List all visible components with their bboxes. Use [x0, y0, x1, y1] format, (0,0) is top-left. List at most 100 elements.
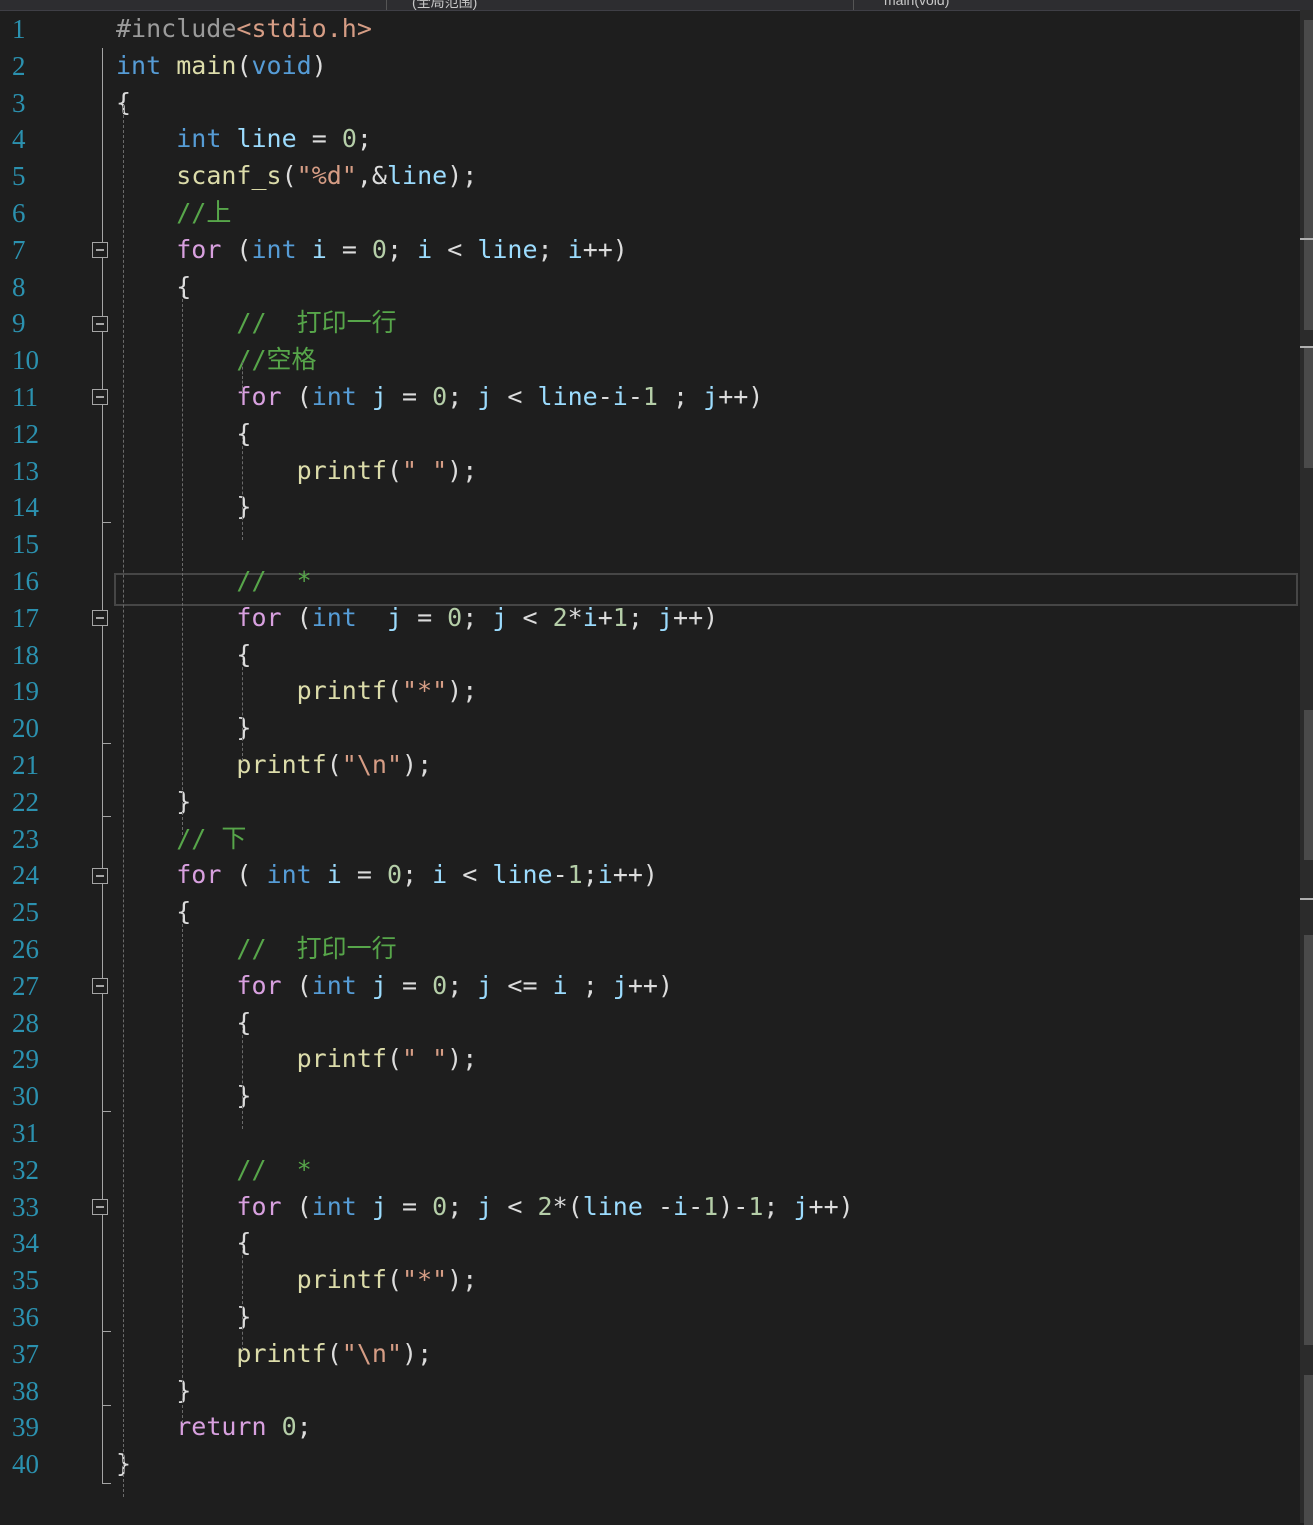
code-line[interactable]: 12 {: [0, 416, 1300, 453]
code-token: j: [703, 382, 719, 411]
code-line[interactable]: 33 for (int j = 0; j < 2*(line -i-1)-1; …: [0, 1189, 1300, 1226]
indent-guide: [242, 362, 243, 393]
scroll-tick: [1300, 898, 1313, 900]
code-token: // 下: [176, 823, 247, 853]
code-line[interactable]: 15: [0, 526, 1300, 563]
code-line[interactable]: 40}: [0, 1446, 1300, 1483]
code-line[interactable]: 6 //上: [0, 195, 1300, 232]
outline-end: [102, 1331, 111, 1333]
code-line[interactable]: 26 // 打印一行: [0, 931, 1300, 968]
code-line[interactable]: 11 for (int j = 0; j < line-i-1 ; j++): [0, 379, 1300, 416]
code-token: main: [176, 50, 237, 80]
code-token: (: [281, 161, 297, 191]
code-line[interactable]: 3{: [0, 85, 1300, 122]
line-number: 24: [12, 860, 39, 891]
code-line[interactable]: 18 {: [0, 637, 1300, 674]
code-text: scanf_s("%d",&line);: [116, 158, 477, 195]
code-token: // *: [236, 1154, 312, 1184]
code-line[interactable]: 2 int main(void): [0, 48, 1300, 85]
code-token: );: [447, 161, 478, 191]
function-dropdown[interactable]: main(void): [884, 0, 949, 8]
code-token: (: [386, 676, 402, 706]
code-text: for (int j = 0; j < 2*(line -i-1)-1; j++…: [116, 1189, 853, 1226]
code-token: ;: [447, 970, 478, 1000]
code-line[interactable]: 24 for ( int i = 0; i < line-1;i++): [0, 857, 1300, 894]
code-line[interactable]: 10 //空格: [0, 342, 1300, 379]
code-line[interactable]: 30 }: [0, 1078, 1300, 1115]
code-line[interactable]: 27 for (int j = 0; j <= i ; j++): [0, 968, 1300, 1005]
code-line[interactable]: 38 }: [0, 1373, 1300, 1410]
collapse-toggle-icon[interactable]: [92, 315, 108, 332]
code-token: for: [176, 234, 222, 264]
code-token: 0: [432, 970, 448, 1000]
code-line[interactable]: 22 }: [0, 784, 1300, 821]
code-text: return 0;: [116, 1409, 312, 1446]
code-line[interactable]: 34 {: [0, 1225, 1300, 1262]
collapse-toggle-icon[interactable]: [92, 610, 108, 627]
vertical-scrollbar[interactable]: [1300, 10, 1313, 1525]
collapse-toggle-icon[interactable]: [92, 242, 108, 259]
code-line[interactable]: 5 scanf_s("%d",&line);: [0, 158, 1300, 195]
code-token: "*": [402, 676, 448, 706]
code-line[interactable]: 20 }: [0, 710, 1300, 747]
code-token: j: [371, 382, 387, 411]
code-token: i: [432, 860, 448, 890]
code-line[interactable]: 29 printf(" ");: [0, 1041, 1300, 1078]
code-token: line: [582, 1191, 643, 1221]
code-line[interactable]: 21 printf("\n");: [0, 747, 1300, 784]
indent-guide: [242, 1024, 243, 1129]
code-token: <=: [492, 970, 553, 1000]
code-token: {: [116, 1007, 252, 1037]
code-line[interactable]: 23 // 下: [0, 821, 1300, 858]
code-token: i: [582, 602, 598, 632]
code-token: for: [176, 860, 222, 890]
code-line[interactable]: 16 // *: [0, 563, 1300, 600]
code-line[interactable]: 17 for (int j = 0; j < 2*i+1; j++): [0, 600, 1300, 637]
code-line[interactable]: 28 {: [0, 1005, 1300, 1042]
code-line[interactable]: 8 {: [0, 269, 1300, 306]
line-number: 8: [12, 271, 26, 302]
code-token: j: [477, 1191, 493, 1221]
code-line[interactable]: 19 printf("*");: [0, 673, 1300, 710]
code-line[interactable]: 14 }: [0, 489, 1300, 526]
collapse-toggle-icon[interactable]: [92, 978, 108, 995]
code-line[interactable]: 36 }: [0, 1299, 1300, 1336]
code-token: for: [236, 382, 282, 411]
code-line[interactable]: 32 // *: [0, 1152, 1300, 1189]
code-token: }: [116, 492, 252, 522]
code-token: ++): [582, 234, 628, 264]
line-number: 34: [12, 1228, 39, 1259]
code-text: }: [116, 1299, 251, 1336]
code-token: ): [311, 50, 327, 80]
code-line[interactable]: 4 int line = 0;: [0, 121, 1300, 158]
code-token: printf: [296, 1265, 387, 1295]
collapse-toggle-icon[interactable]: [92, 389, 108, 406]
code-line[interactable]: 31: [0, 1115, 1300, 1152]
code-line[interactable]: 35 printf("*");: [0, 1262, 1300, 1299]
code-line[interactable]: 1 #include<stdio.h>: [0, 11, 1300, 48]
code-text: }: [116, 1078, 251, 1115]
code-line[interactable]: 25 {: [0, 894, 1300, 931]
code-text: printf("*");: [116, 673, 478, 710]
collapse-toggle-icon[interactable]: [92, 867, 108, 884]
code-line[interactable]: 13 printf(" ");: [0, 453, 1300, 490]
code-text: int main(void): [116, 48, 327, 85]
code-token: i: [673, 1191, 689, 1221]
code-text: }: [116, 784, 191, 821]
code-editor[interactable]: 1 #include<stdio.h> 2 int main(void) 3{4 int…: [0, 10, 1300, 1523]
outline-end: [102, 1405, 111, 1406]
collapse-toggle-icon[interactable]: [92, 1199, 108, 1215]
code-line[interactable]: 7 for (int i = 0; i < line; i++): [0, 232, 1300, 269]
code-line[interactable]: 9 // 打印一行: [0, 305, 1300, 342]
line-number: 4: [12, 124, 26, 155]
code-token: ;: [567, 970, 613, 1000]
code-line[interactable]: 37 printf("\n");: [0, 1336, 1300, 1373]
code-line[interactable]: 39 return 0;: [0, 1409, 1300, 1446]
code-token: j: [477, 382, 493, 411]
line-number: 14: [12, 492, 39, 523]
